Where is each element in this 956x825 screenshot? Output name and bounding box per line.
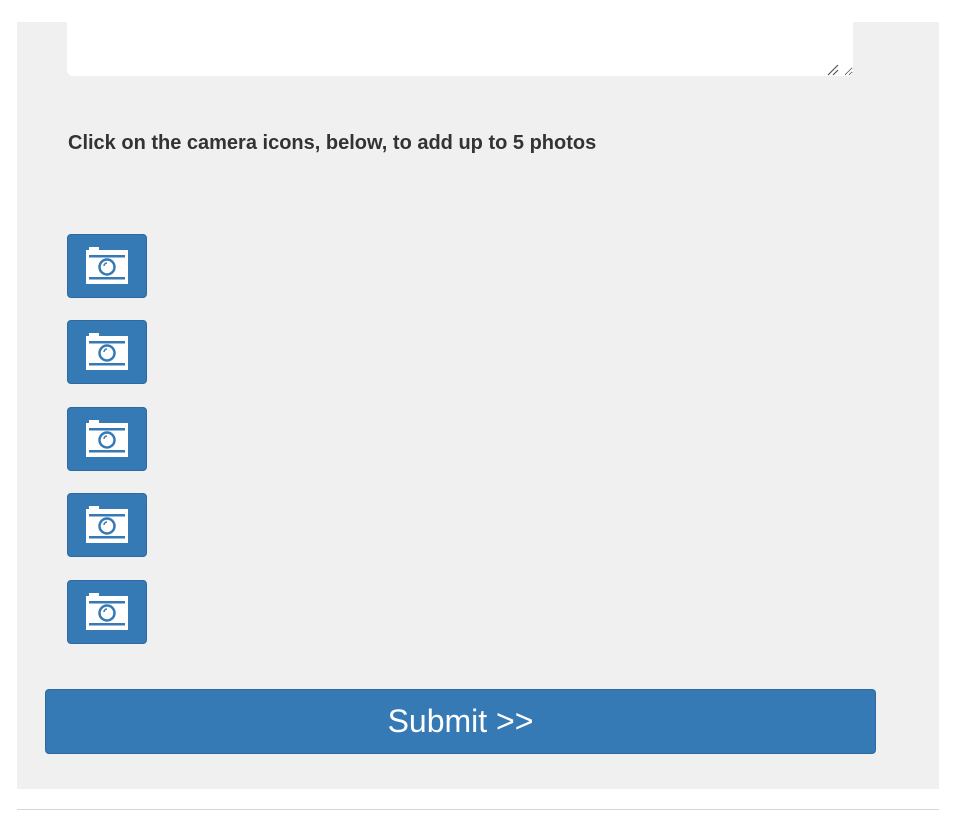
camera-icon <box>86 506 128 543</box>
add-photo-button-5[interactable] <box>67 580 147 644</box>
camera-icon <box>86 420 128 457</box>
submit-button[interactable]: Submit >> <box>45 689 876 754</box>
photo-upload-panel: Click on the camera icons, below, to add… <box>17 20 939 789</box>
add-photo-button-4[interactable] <box>67 493 147 557</box>
description-textarea[interactable] <box>67 20 853 76</box>
divider <box>17 809 939 810</box>
camera-icon <box>86 247 128 284</box>
camera-icon <box>86 593 128 630</box>
camera-icon <box>86 333 128 370</box>
add-photo-button-2[interactable] <box>67 320 147 384</box>
photo-instructions: Click on the camera icons, below, to add… <box>68 132 597 154</box>
add-photo-button-1[interactable] <box>67 234 147 298</box>
resize-grip-icon[interactable] <box>825 62 839 76</box>
add-photo-button-3[interactable] <box>67 407 147 471</box>
